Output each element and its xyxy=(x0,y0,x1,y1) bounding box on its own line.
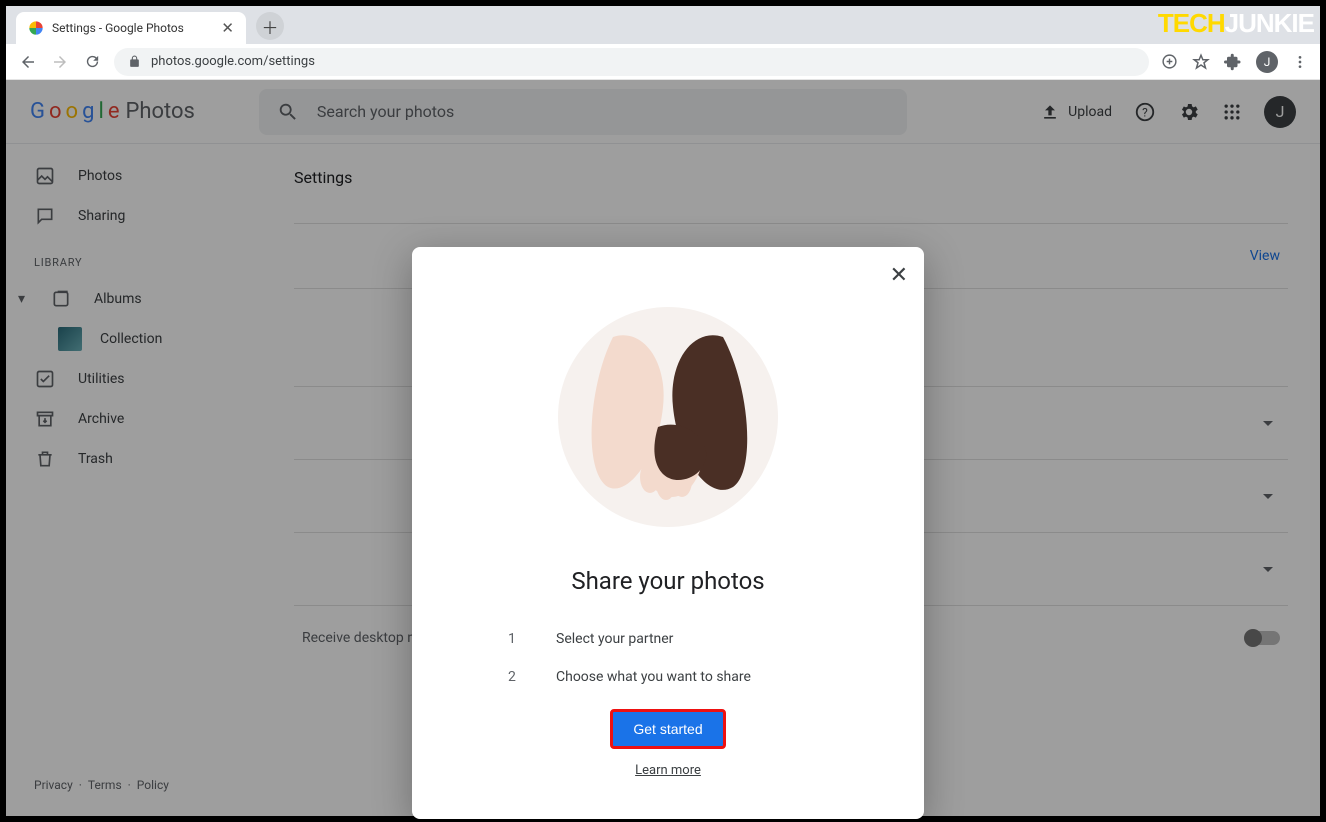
share-modal: ✕ Share your photos 1Select your partner… xyxy=(412,247,924,819)
modal-step: 1Select your partner xyxy=(508,631,828,647)
reload-button[interactable] xyxy=(82,52,102,72)
forward-button[interactable] xyxy=(50,52,70,72)
google-photos-icon xyxy=(28,20,44,36)
extensions-icon[interactable] xyxy=(1224,53,1242,71)
tab-close-icon[interactable]: ✕ xyxy=(221,19,234,37)
browser-tabbar: Settings - Google Photos ✕ ＋ xyxy=(6,6,1320,44)
chrome-menu-icon[interactable] xyxy=(1292,54,1308,70)
close-icon[interactable]: ✕ xyxy=(890,263,908,288)
address-bar[interactable]: photos.google.com/settings xyxy=(114,48,1149,76)
browser-toolbar: photos.google.com/settings J xyxy=(6,44,1320,80)
learn-more-link[interactable]: Learn more xyxy=(436,763,900,778)
bookmark-star-icon[interactable] xyxy=(1192,53,1210,71)
chrome-profile-avatar[interactable]: J xyxy=(1256,51,1278,73)
app-content: Google Photos Search your photos Upload … xyxy=(6,80,1320,816)
install-icon[interactable] xyxy=(1161,53,1178,70)
back-button[interactable] xyxy=(18,52,38,72)
new-tab-button[interactable]: ＋ xyxy=(256,12,284,40)
lock-icon xyxy=(128,55,141,68)
url-text: photos.google.com/settings xyxy=(151,54,315,69)
browser-tab[interactable]: Settings - Google Photos ✕ xyxy=(16,12,246,44)
watermark: TECHJUNKIE xyxy=(1158,8,1314,39)
modal-step: 2Choose what you want to share xyxy=(508,669,828,685)
modal-illustration xyxy=(558,307,778,527)
modal-title: Share your photos xyxy=(436,567,900,595)
get-started-button[interactable]: Get started xyxy=(610,709,725,749)
tab-title: Settings - Google Photos xyxy=(52,21,184,35)
